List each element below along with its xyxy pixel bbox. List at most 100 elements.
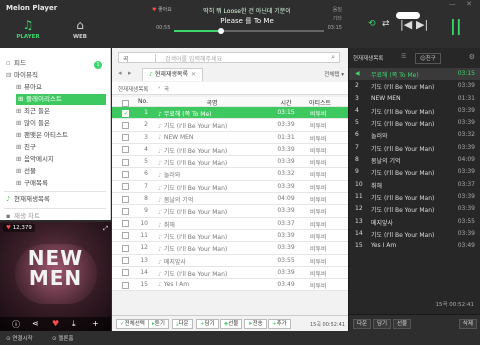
shuffle-icon[interactable]: ⇄ bbox=[382, 19, 390, 29]
row-title[interactable]: ♪ NEW MEN bbox=[158, 134, 266, 141]
header-artist[interactable]: 아티스트 bbox=[302, 98, 338, 107]
row-checkbox[interactable] bbox=[122, 257, 129, 265]
row-title[interactable]: ♪ 기도 (I'll Be Your Man) bbox=[158, 121, 266, 130]
window-controls[interactable]: — ✕ bbox=[449, 0, 476, 8]
list-item[interactable]: 11 기도 (I'll Be Your Man) 03:39 bbox=[349, 191, 480, 203]
table-row[interactable]: 2 ♪ 기도 (I'll Be Your Man) 03:39 비투비 bbox=[112, 119, 348, 132]
seek-knob[interactable] bbox=[217, 28, 224, 34]
list-item[interactable]: 9 기도 (I'll Be Your Man) 03:39 bbox=[349, 166, 480, 178]
tab-now-playing[interactable]: ♪ 현재재생목록 ✕ bbox=[142, 68, 203, 81]
sidebar-item-friends[interactable]: ⊞ 친구 bbox=[16, 142, 36, 153]
album-likes[interactable]: ♥ 12,379 bbox=[3, 224, 35, 232]
row-checkbox[interactable] bbox=[122, 134, 129, 142]
row-artist[interactable]: 비투비 bbox=[310, 183, 346, 192]
row-title[interactable]: ♪ 놀러와 bbox=[158, 170, 266, 179]
row-artist[interactable]: 비투비 bbox=[310, 220, 346, 229]
close-icon[interactable]: ✕ bbox=[191, 71, 196, 78]
select-all-checkbox[interactable] bbox=[122, 99, 129, 107]
sidebar-item-play-chart[interactable]: ▪ 재생 차트 bbox=[6, 211, 40, 222]
row-title[interactable]: ♪ 봄날의 기억 bbox=[158, 195, 266, 204]
search-scope[interactable]: 곡 bbox=[123, 54, 129, 63]
list-item[interactable]: 4 기도 (I'll Be Your Man) 03:39 bbox=[349, 105, 480, 117]
row-artist[interactable]: 비투비 bbox=[310, 134, 346, 143]
header-time[interactable]: 시간 bbox=[272, 98, 300, 107]
list-item[interactable]: 3 NEW MEN 01:31 bbox=[349, 93, 480, 105]
list-item[interactable]: ◀ 무료해 (쪽 To Me) 03:15 bbox=[349, 68, 480, 81]
sidebar-item-now-playing[interactable]: ♪ 현재재생목록 bbox=[6, 194, 50, 205]
list-item[interactable]: 5 기도 (I'll Be Your Man) 03:39 bbox=[349, 117, 480, 129]
next-icon[interactable]: ▶| bbox=[416, 18, 428, 31]
heart-icon[interactable]: ♥ bbox=[52, 319, 59, 328]
sidebar-item-likes[interactable]: ⊞ 뮤아요 bbox=[16, 82, 42, 93]
table-row[interactable]: 5 ♪ 기도 (I'll Be Your Man) 03:39 비투비 bbox=[112, 156, 348, 169]
seek-bar[interactable] bbox=[174, 28, 324, 34]
table-row[interactable]: 10 ♪ 취해 03:37 비투비 bbox=[112, 217, 348, 230]
playlist-download-button[interactable]: 다운 bbox=[353, 319, 372, 329]
list-item[interactable]: 7 기도 (I'll Be Your Man) 03:39 bbox=[349, 142, 480, 154]
row-checkbox[interactable] bbox=[122, 232, 129, 240]
tab-web[interactable]: ⌂ WEB bbox=[58, 18, 102, 46]
breadcrumb-path[interactable]: 현재재생목록 bbox=[118, 85, 148, 93]
info-icon[interactable]: ⓘ bbox=[12, 319, 20, 330]
row-title[interactable]: ♪ 메지앞사 bbox=[158, 257, 266, 266]
add-button[interactable]: +추가 bbox=[268, 319, 291, 329]
row-title[interactable]: ♪ 기도 (I'll Be Your Man) bbox=[158, 207, 266, 216]
previous-icon[interactable]: |◀ bbox=[400, 18, 412, 31]
download-icon[interactable]: ⤓ bbox=[72, 319, 76, 329]
put-button[interactable]: +담기 bbox=[196, 319, 219, 329]
album-art[interactable]: NEW MEN ♥ 12,379 ⤢ ⓘ ⋖ ♥ ⤓ + bbox=[0, 222, 111, 331]
playlist-put-button[interactable]: 담기 bbox=[373, 319, 392, 329]
row-checkbox[interactable] bbox=[122, 269, 129, 277]
sidebar-item-playlist[interactable]: ⊞ 플레이리스트 bbox=[16, 94, 106, 105]
playlist-gift-button[interactable]: 선물 bbox=[393, 319, 412, 329]
row-checkbox[interactable] bbox=[122, 244, 129, 252]
row-artist[interactable]: 비투비 bbox=[310, 269, 346, 278]
row-checkbox[interactable] bbox=[122, 158, 129, 166]
table-row[interactable]: 3 ♪ NEW MEN 01:31 비투비 bbox=[112, 131, 348, 144]
row-artist[interactable]: 비투비 bbox=[310, 207, 346, 216]
quality-label[interactable]: 음질 기타 bbox=[333, 6, 342, 24]
header-title[interactable]: 곡명 bbox=[158, 98, 266, 107]
playlist-remove-button[interactable]: 삭제 bbox=[458, 319, 477, 329]
row-artist[interactable]: 비투비 bbox=[310, 244, 346, 253]
table-row[interactable]: 6 ♪ 놀러와 03:32 비투비 bbox=[112, 168, 348, 181]
row-checkbox[interactable] bbox=[122, 170, 129, 178]
sidebar-item-music-message[interactable]: ⊞ 음악메시지 bbox=[16, 154, 54, 165]
tab-now-playing-list[interactable]: 현재재생목록 bbox=[353, 54, 383, 62]
sidebar-item-purchases[interactable]: ⊞ 구매목록 bbox=[16, 178, 48, 189]
row-title[interactable]: ♪ 기도 (I'll Be Your Man) bbox=[158, 158, 266, 167]
select-all-button[interactable]: ✓전체선택 bbox=[116, 319, 149, 329]
list-item[interactable]: 12 기도 (I'll Be Your Man) 03:39 bbox=[349, 203, 480, 215]
row-title[interactable]: ♪ 기도 (I'll Be Your Man) bbox=[158, 146, 266, 155]
repeat-icon[interactable]: ⟲ bbox=[368, 19, 376, 29]
row-artist[interactable]: 비투비 bbox=[310, 232, 346, 241]
list-item[interactable]: 10 취해 03:37 bbox=[349, 179, 480, 191]
table-row[interactable]: 7 ♪ 기도 (I'll Be Your Man) 03:39 비투비 bbox=[112, 180, 348, 194]
share-icon[interactable]: ⋖ bbox=[32, 319, 39, 328]
sidebar-item-feed[interactable]: ▫ 피드 bbox=[6, 58, 26, 69]
table-row[interactable]: 8 ♪ 봄날의 기억 04:09 비투비 bbox=[112, 193, 348, 206]
sidebar-item-fan-artists[interactable]: ⊞ 팬맺은 아티스트 bbox=[16, 130, 68, 141]
add-icon[interactable]: + bbox=[92, 319, 99, 328]
row-artist[interactable]: 비투비 bbox=[310, 257, 346, 266]
row-artist[interactable]: 비투비 bbox=[310, 121, 346, 130]
list-item[interactable]: 2 기도 (I'll Be Your Man) 03:39 bbox=[349, 80, 480, 92]
row-checkbox[interactable] bbox=[122, 220, 129, 228]
pause-icon[interactable]: || bbox=[450, 16, 462, 35]
row-title[interactable]: ♪ Yes I Am bbox=[158, 281, 266, 288]
row-artist[interactable]: 비투비 bbox=[310, 195, 346, 204]
tab-player[interactable]: ♫ PLAYER bbox=[6, 18, 50, 46]
row-title[interactable]: ♪ 기도 (I'll Be Your Man) bbox=[158, 183, 266, 192]
list-item[interactable]: 14 기도 (I'll Be Your Man) 03:39 bbox=[349, 228, 480, 240]
table-row[interactable]: 13 ♪ 메지앞사 03:55 비투비 bbox=[112, 254, 348, 267]
table-row[interactable]: 15 ♪ Yes I Am 03:49 비투비 bbox=[112, 279, 348, 292]
row-checkbox[interactable] bbox=[122, 109, 129, 117]
row-title[interactable]: ♪ 취해 bbox=[158, 220, 266, 229]
row-checkbox[interactable] bbox=[122, 207, 129, 215]
sidebar-item-mymusic[interactable]: ⊟ 마이뮤직 bbox=[6, 70, 38, 81]
row-checkbox[interactable] bbox=[122, 183, 129, 191]
sidebar-item-recent[interactable]: ⊞ 최근 들은 bbox=[16, 106, 50, 117]
table-row[interactable]: 12 ♪ 기도 (I'll Be Your Man) 03:39 비투비 bbox=[112, 242, 348, 255]
table-row[interactable]: 4 ♪ 기도 (I'll Be Your Man) 03:39 비투비 bbox=[112, 143, 348, 157]
tab-friend[interactable]: ☺친구 bbox=[415, 53, 441, 64]
